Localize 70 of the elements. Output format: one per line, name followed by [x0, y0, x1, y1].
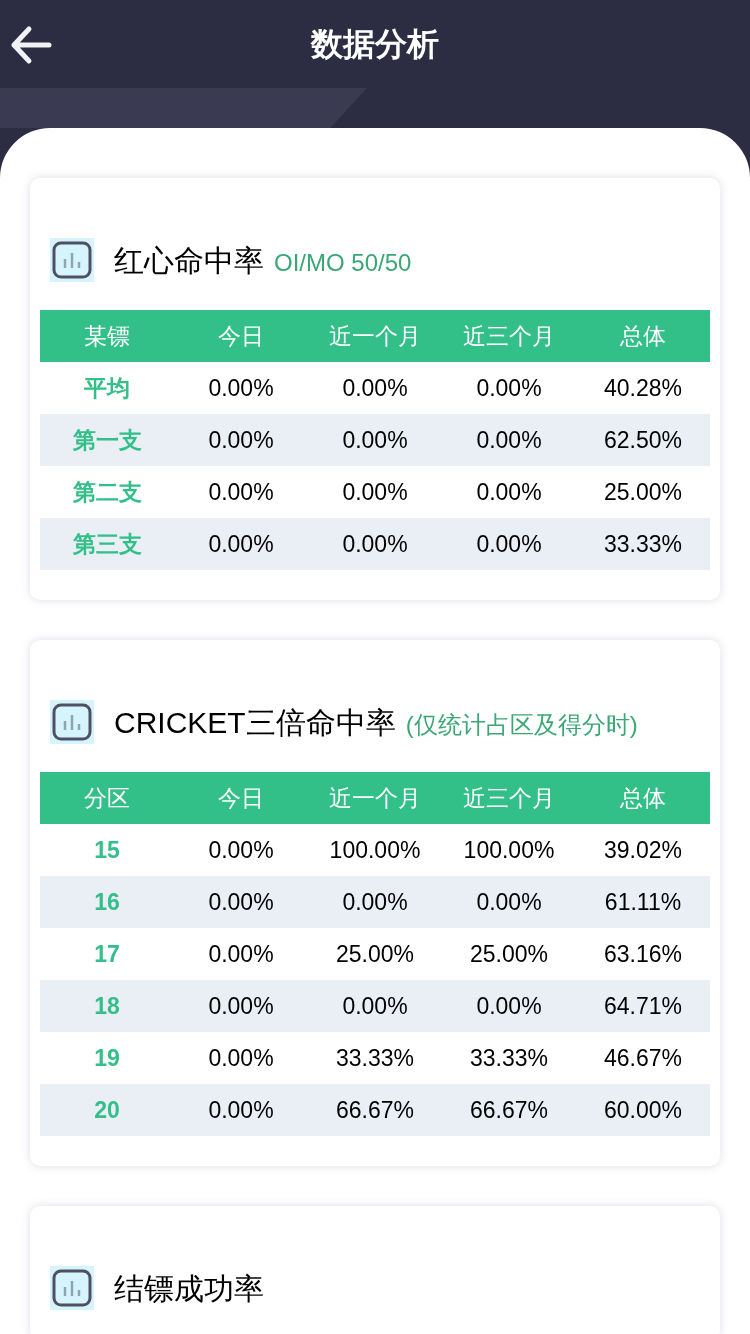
row-label: 平均	[83, 373, 131, 403]
table-cell-text: 0.00%	[475, 373, 543, 403]
row-label: 18	[93, 991, 121, 1021]
table-cell-text: 0.00%	[207, 529, 275, 559]
row-label: 20	[93, 1095, 121, 1125]
table-cell-text: 25.00%	[335, 939, 415, 969]
table-cell-text: 64.71%	[603, 991, 683, 1021]
table-cell-text: 0.00%	[475, 887, 543, 917]
table-cell-text: 100.00%	[328, 835, 422, 865]
table-cell-text: 33.33%	[603, 529, 683, 559]
table-cell-text: 0.00%	[341, 425, 409, 455]
table-cell-text: 0.00%	[475, 425, 543, 455]
table-cell-text: 63.16%	[603, 939, 683, 969]
column-header: 某镖	[83, 321, 131, 351]
table-cell-text: 0.00%	[207, 835, 275, 865]
table-cell-text: 0.00%	[475, 529, 543, 559]
table-cell-text: 0.00%	[207, 425, 275, 455]
table-cell-text: 0.00%	[207, 887, 275, 917]
bar-chart-icon	[50, 238, 94, 282]
column-header: 近三个月	[462, 321, 556, 351]
section-title: CRICKET三倍命中率	[114, 704, 396, 741]
row-label: 16	[93, 887, 121, 917]
table-cell-text: 60.00%	[603, 1095, 683, 1125]
row-label: 第二支	[71, 477, 143, 507]
table-cell-text: 33.33%	[469, 1043, 549, 1073]
back-arrow-icon	[9, 23, 53, 67]
table-cell-text: 0.00%	[207, 991, 275, 1021]
column-header: 今日	[217, 783, 265, 813]
row-label: 第一支	[71, 425, 143, 455]
section-subtitle: (仅统计占区及得分时)	[405, 709, 638, 740]
table-cell-text: 0.00%	[475, 991, 543, 1021]
table-cell-text: 0.00%	[341, 991, 409, 1021]
table-cell-text: 0.00%	[475, 477, 543, 507]
table-cell-text: 0.00%	[341, 373, 409, 403]
column-header: 总体	[619, 321, 667, 351]
row-label: 17	[93, 939, 121, 969]
table-cell-text: 0.00%	[341, 887, 409, 917]
column-header: 近一个月	[328, 783, 422, 813]
row-label: 19	[93, 1043, 121, 1073]
table-cell-text: 66.67%	[335, 1095, 415, 1125]
table-cell-text: 0.00%	[207, 477, 275, 507]
table-cell-text: 62.50%	[603, 425, 683, 455]
table-cell-text: 46.67%	[603, 1043, 683, 1073]
column-header: 近一个月	[328, 321, 422, 351]
table-cell-text: 0.00%	[207, 373, 275, 403]
row-label: 15	[93, 835, 121, 865]
bar-chart-icon	[50, 700, 94, 744]
table-cell-text: 100.00%	[462, 835, 556, 865]
table-cell-text: 0.00%	[207, 1043, 275, 1073]
table-cell-text: 0.00%	[207, 939, 275, 969]
table-cell-text: 40.28%	[603, 373, 683, 403]
section-subtitle: OI/MO 50/50	[274, 247, 412, 278]
table-cell-text: 66.67%	[469, 1095, 549, 1125]
row-label: 第三支	[71, 529, 143, 559]
table-cell-text: 25.00%	[469, 939, 549, 969]
section-title: 结镖成功率	[114, 1270, 264, 1307]
bar-chart-icon	[50, 1266, 94, 1310]
table-cell-text: 0.00%	[207, 1095, 275, 1125]
column-header: 分区	[83, 783, 131, 813]
table-cell-text: 0.00%	[341, 477, 409, 507]
table-cell-text: 61.11%	[603, 887, 683, 917]
table-cell-text: 25.00%	[603, 477, 683, 507]
section-title: 红心命中率	[114, 242, 264, 279]
column-header: 近三个月	[462, 783, 556, 813]
table-cell-text: 0.00%	[341, 529, 409, 559]
table-cell-text: 33.33%	[335, 1043, 415, 1073]
column-header: 今日	[217, 321, 265, 351]
column-header: 总体	[619, 783, 667, 813]
table-cell-text: 39.02%	[603, 835, 683, 865]
page-title: 数据分析	[311, 25, 439, 64]
